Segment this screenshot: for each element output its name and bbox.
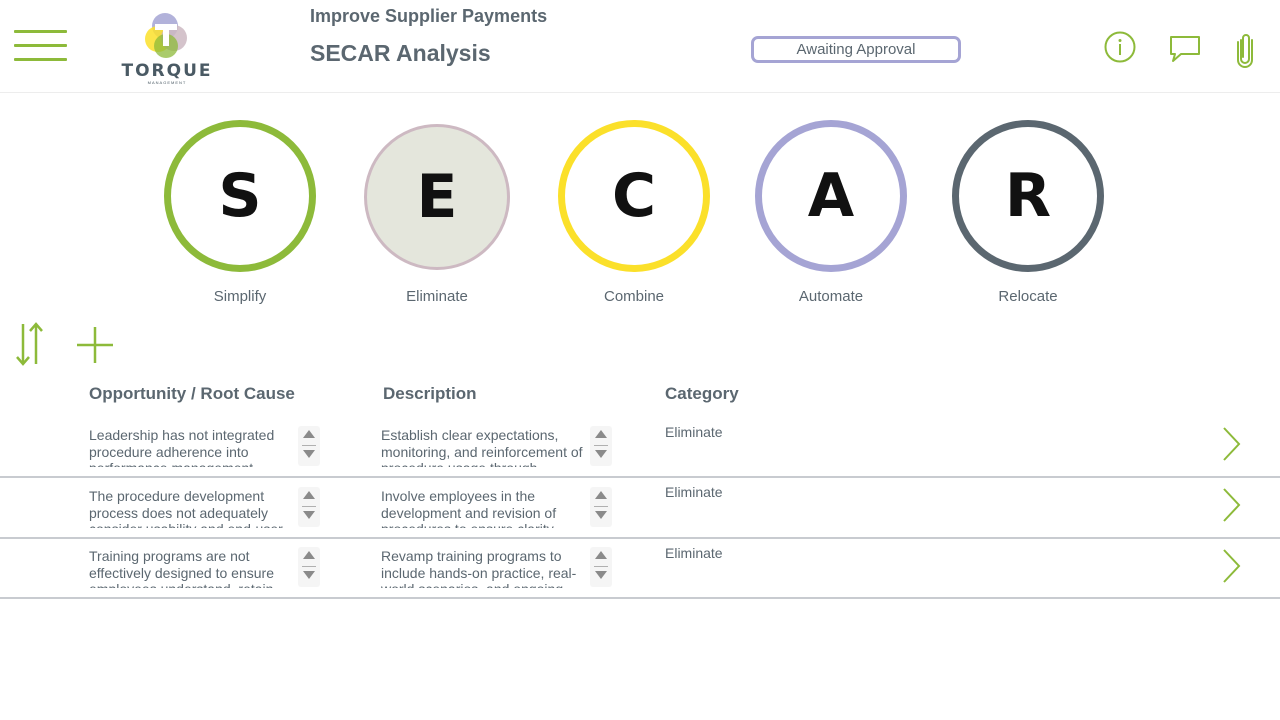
scroll-up-icon[interactable] [595,551,607,559]
spinner-divider [594,445,608,446]
spinner-divider [594,566,608,567]
secar-label: Combine [603,288,665,305]
menu-bar [14,58,67,61]
spinner-divider [302,566,316,567]
spinner-divider [594,506,608,507]
spinner-divider [302,506,316,507]
status-badge[interactable]: Awaiting Approval [751,36,961,63]
spinner-divider [302,445,316,446]
category-value: Eliminate [665,545,723,561]
description-scroll-spinner[interactable] [590,426,612,466]
chevron-right-icon[interactable] [1218,487,1244,523]
scroll-down-icon[interactable] [303,450,315,458]
description-field[interactable]: Revamp training programs to include hand… [381,548,586,588]
info-icon[interactable] [1104,30,1138,64]
secar-letter: S [218,161,262,231]
description-field[interactable]: Involve employees in the development and… [381,488,586,528]
secar-label: Eliminate [406,288,468,305]
secar-label: Simplify [213,288,267,305]
table-row[interactable]: Training programs are not effectively de… [0,539,1280,599]
secar-letter: R [1004,161,1052,231]
scroll-up-icon[interactable] [303,430,315,438]
opportunity-field[interactable]: The procedure development process does n… [89,488,294,528]
menu-bar [14,30,67,33]
secar-letter: E [416,162,458,232]
opportunity-scroll-spinner[interactable] [298,426,320,466]
secar-circle: E [364,124,510,270]
secar-letter: C [611,161,657,231]
scroll-down-icon[interactable] [303,571,315,579]
torque-logo[interactable]: TORQUE MANAGEMENT [118,6,216,86]
chevron-right-icon[interactable] [1218,426,1244,462]
secar-eliminate[interactable]: E Eliminate [361,120,511,310]
menu-bar [14,44,67,47]
table-row[interactable]: Leadership has not integrated procedure … [0,418,1280,478]
secar-simplify[interactable]: S Simplify [164,120,316,310]
sort-icon[interactable] [14,320,46,368]
secar-relocate[interactable]: R Relocate [952,120,1104,310]
scroll-up-icon[interactable] [595,491,607,499]
secar-automate[interactable]: A Automate [755,120,907,310]
scroll-up-icon[interactable] [303,551,315,559]
category-value: Eliminate [665,424,723,440]
attachment-icon[interactable] [1234,32,1256,68]
page-title: SECAR Analysis [310,40,491,66]
secar-combine[interactable]: C Combine [558,120,710,310]
chevron-right-icon[interactable] [1218,548,1244,584]
opportunity-field[interactable]: Training programs are not effectively de… [89,548,294,588]
table-row[interactable]: The procedure development process does n… [0,478,1280,539]
column-header-description[interactable]: Description [383,384,477,404]
secar-circle: A [755,120,907,272]
secar-label: Automate [798,288,864,305]
secar-letter: A [807,161,855,231]
scroll-down-icon[interactable] [303,511,315,519]
logo-mark-icon [145,13,187,58]
logo-subtext: MANAGEMENT [147,80,187,85]
description-scroll-spinner[interactable] [590,547,612,587]
scroll-down-icon[interactable] [595,571,607,579]
scroll-down-icon[interactable] [595,511,607,519]
description-field[interactable]: Establish clear expectations, monitoring… [381,427,586,467]
column-header-opportunity[interactable]: Opportunity / Root Cause [89,384,295,404]
opportunity-scroll-spinner[interactable] [298,487,320,527]
secar-circle: C [558,120,710,272]
description-scroll-spinner[interactable] [590,487,612,527]
secar-circle: S [164,120,316,272]
logo-text: TORQUE [121,61,213,81]
secar-circle: R [952,120,1104,272]
secar-label: Relocate [998,288,1058,305]
menu-icon[interactable] [14,30,68,62]
comment-icon[interactable] [1169,33,1203,65]
opportunity-field[interactable]: Leadership has not integrated procedure … [89,427,294,467]
app-header: TORQUE MANAGEMENT Improve Supplier Payme… [0,0,1280,93]
scroll-down-icon[interactable] [595,450,607,458]
opportunity-scroll-spinner[interactable] [298,547,320,587]
column-header-category[interactable]: Category [665,384,739,404]
scroll-up-icon[interactable] [303,491,315,499]
scroll-up-icon[interactable] [595,430,607,438]
add-icon[interactable] [76,326,114,364]
category-value: Eliminate [665,484,723,500]
project-title: Improve Supplier Payments [310,6,548,26]
